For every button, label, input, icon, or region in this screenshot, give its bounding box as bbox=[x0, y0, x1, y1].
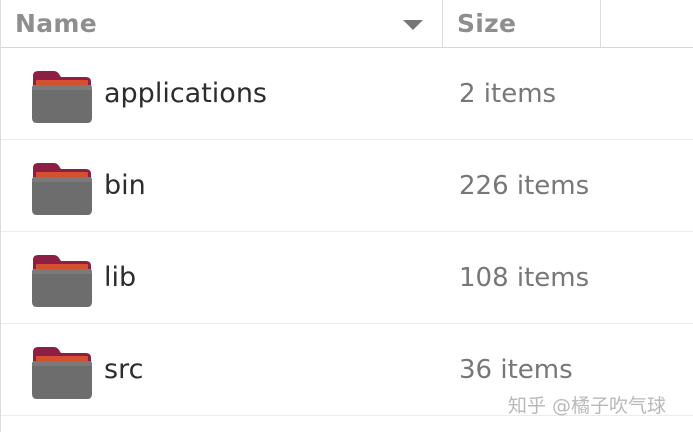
size-column-header[interactable]: Size bbox=[443, 0, 601, 47]
file-size: 2 items bbox=[459, 79, 557, 109]
table-row[interactable]: bin 226 items bbox=[1, 140, 693, 232]
file-name: src bbox=[104, 354, 144, 385]
empty-column-header bbox=[601, 0, 693, 47]
name-column-label: Name bbox=[15, 9, 97, 38]
table-row[interactable]: applications 2 items bbox=[1, 48, 693, 140]
name-column-header[interactable]: Name bbox=[1, 0, 443, 47]
folder-icon bbox=[32, 71, 92, 123]
file-name: lib bbox=[104, 262, 137, 293]
folder-icon bbox=[32, 347, 92, 399]
file-size: 226 items bbox=[459, 171, 590, 201]
table-row[interactable]: lib 108 items bbox=[1, 232, 693, 324]
file-name: applications bbox=[104, 78, 268, 109]
file-name: bin bbox=[104, 170, 146, 201]
folder-icon bbox=[32, 255, 92, 307]
size-column-label: Size bbox=[457, 9, 517, 38]
column-header-bar: Name Size bbox=[1, 0, 693, 48]
file-size: 108 items bbox=[459, 263, 590, 293]
folder-icon bbox=[32, 163, 92, 215]
watermark: 知乎 @橘子吹气球 bbox=[508, 395, 667, 417]
sort-arrow-icon[interactable] bbox=[403, 20, 423, 30]
file-list-view: Name Size applications 2 items bin 226 i… bbox=[0, 0, 693, 432]
